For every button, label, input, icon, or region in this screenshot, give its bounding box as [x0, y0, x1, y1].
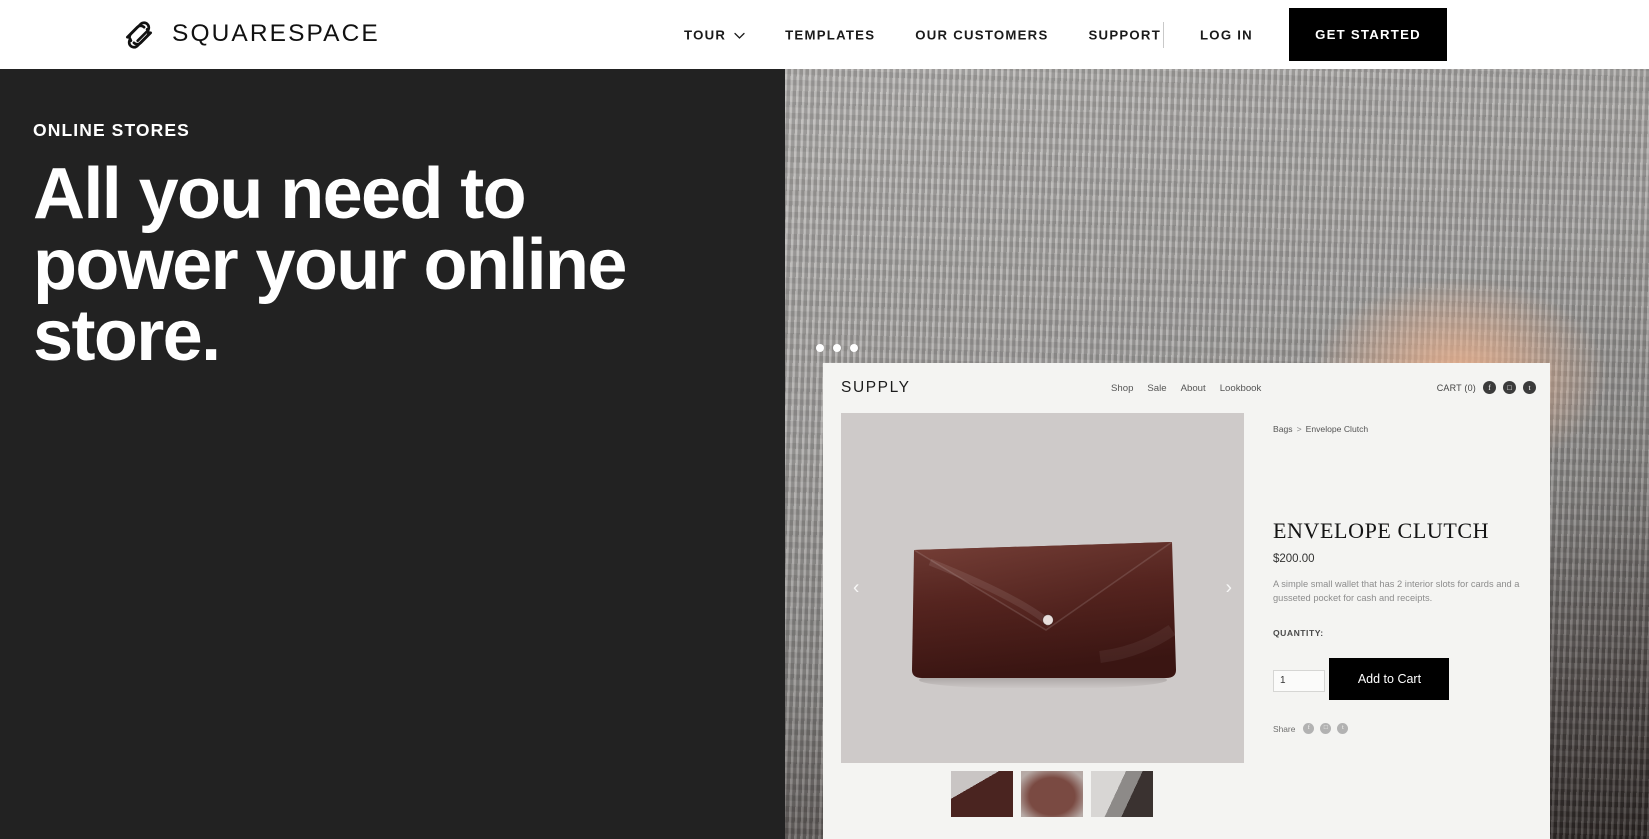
- add-to-cart-button[interactable]: Add to Cart: [1329, 658, 1450, 700]
- thumbnail-clutch-model[interactable]: [1091, 771, 1153, 817]
- share-label: Share: [1273, 723, 1296, 734]
- product-description: A simple small wallet that has 2 interio…: [1273, 579, 1520, 603]
- cart-link[interactable]: CART (0): [1437, 383, 1476, 393]
- nav-item-templates-label: TEMPLATES: [785, 27, 876, 42]
- supply-nav-about[interactable]: About: [1181, 383, 1206, 394]
- nav-item-support-label: SUPPORT: [1088, 27, 1162, 42]
- nav-item-our-customers-label: OUR CUSTOMERS: [915, 27, 1049, 42]
- gallery-next-arrow-icon[interactable]: ›: [1226, 579, 1232, 598]
- nav-item-support[interactable]: SUPPORT: [1089, 27, 1162, 42]
- product-image-gallery: ‹ ›: [841, 413, 1244, 763]
- breadcrumb-current: Envelope Clutch: [1305, 424, 1369, 434]
- nav-item-tour-label: TOUR: [684, 27, 727, 42]
- quantity-label: QUANTITY:: [1273, 628, 1324, 638]
- twitter-icon[interactable]: t: [1523, 381, 1536, 394]
- window-dot-2-icon: [833, 344, 841, 352]
- top-navigation-bar: SQUARESPACE TOUR TEMPLATES OUR CUSTOMERS…: [0, 0, 1649, 69]
- thumbnail-clutch-detail[interactable]: [1021, 771, 1083, 817]
- supply-logo[interactable]: SUPPLY: [841, 379, 911, 397]
- share-twitter-icon[interactable]: t: [1337, 723, 1349, 734]
- nav-item-tour[interactable]: TOUR: [684, 27, 745, 42]
- squarespace-logo-icon: [120, 16, 158, 54]
- supply-nav-shop[interactable]: Shop: [1111, 383, 1133, 394]
- product-thumbnails: [951, 771, 1153, 817]
- product-detail-panel: Bags > Envelope Clutch ENVELOPE CLUTCH $20…: [1273, 413, 1535, 734]
- chevron-down-icon: [734, 27, 745, 42]
- breadcrumb-parent[interactable]: Bags: [1273, 424, 1293, 434]
- facebook-icon[interactable]: f: [1483, 381, 1496, 394]
- nav-divider: [1163, 21, 1164, 48]
- share-instagram-icon[interactable]: □: [1320, 723, 1332, 734]
- browser-mockup: SUPPLY Shop Sale About Lookbook CART (0)…: [810, 336, 1550, 839]
- thumbnail-clutch-angle[interactable]: [951, 771, 1013, 817]
- hero-headline: All you need to power your online store.: [33, 154, 627, 376]
- breadcrumb: Bags > Envelope Clutch: [1273, 424, 1535, 434]
- supply-nav-sale[interactable]: Sale: [1147, 383, 1166, 394]
- share-facebook-icon[interactable]: f: [1303, 723, 1315, 734]
- hero-eyebrow: ONLINE STORES: [33, 120, 190, 140]
- get-started-button[interactable]: GET STARTED: [1289, 8, 1447, 61]
- log-in-link[interactable]: LOG IN: [1200, 27, 1253, 42]
- hero-section: ONLINE STORES All you need to power your…: [0, 69, 1649, 839]
- supply-nav-lookbook[interactable]: Lookbook: [1220, 383, 1262, 394]
- supply-header-right: CART (0) f □ t: [1437, 381, 1536, 394]
- squarespace-logo[interactable]: SQUARESPACE: [120, 16, 380, 54]
- mockup-site-viewport: SUPPLY Shop Sale About Lookbook CART (0)…: [823, 363, 1550, 839]
- quantity-input[interactable]: [1273, 669, 1325, 692]
- primary-nav: TOUR TEMPLATES OUR CUSTOMERS SUPPORT: [684, 27, 1161, 42]
- browser-window-dots: [816, 344, 858, 352]
- gallery-prev-arrow-icon[interactable]: ‹: [853, 579, 859, 598]
- window-dot-3-icon: [850, 344, 858, 352]
- product-title: ENVELOPE CLUTCH: [1273, 518, 1490, 543]
- share-row: Share f □ t: [1273, 723, 1535, 734]
- nav-item-our-customers[interactable]: OUR CUSTOMERS: [915, 27, 1048, 42]
- supply-site-header: SUPPLY Shop Sale About Lookbook CART (0)…: [823, 363, 1550, 413]
- supply-nav: Shop Sale About Lookbook: [1111, 383, 1261, 394]
- window-dot-1-icon: [816, 344, 824, 352]
- nav-item-templates[interactable]: TEMPLATES: [785, 27, 875, 42]
- breadcrumb-separator: >: [1296, 424, 1302, 434]
- product-image-envelope-clutch: [911, 541, 1176, 688]
- squarespace-wordmark: SQUARESPACE: [172, 20, 380, 48]
- product-price: $200.00: [1273, 553, 1315, 565]
- instagram-icon[interactable]: □: [1503, 381, 1516, 394]
